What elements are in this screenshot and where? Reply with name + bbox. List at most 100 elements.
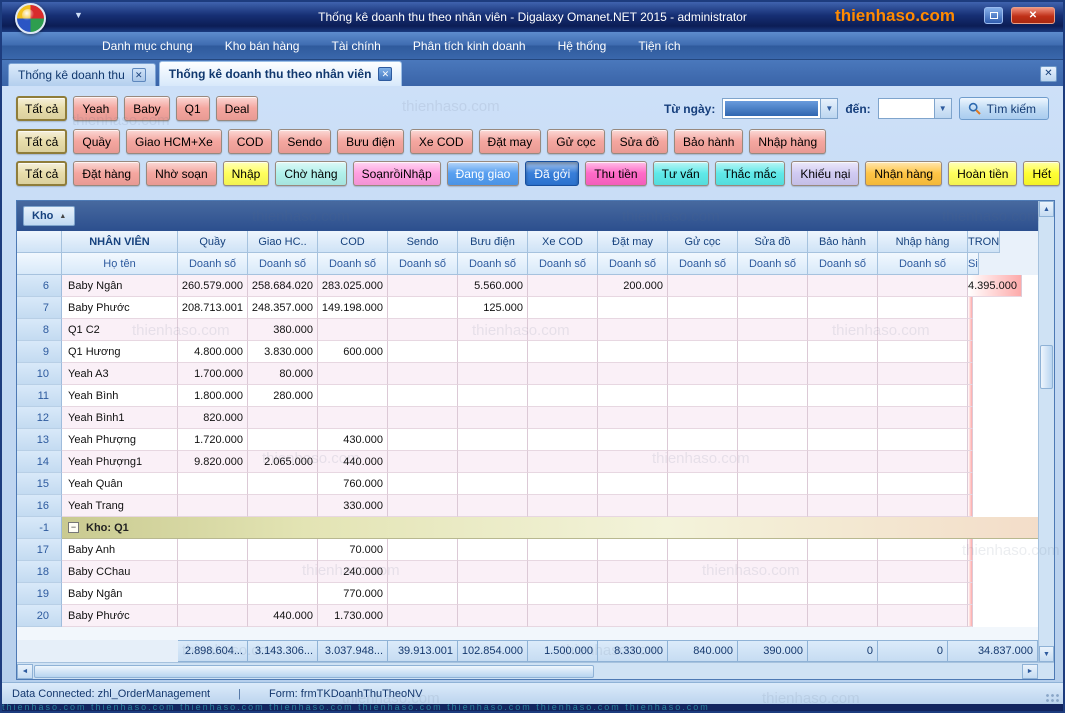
grid-cell[interactable] (528, 363, 598, 385)
grid-cell[interactable]: 260.579.000 (178, 275, 248, 297)
grid-cell[interactable] (178, 539, 248, 561)
grid-cell[interactable] (968, 451, 973, 473)
grid-cell[interactable] (808, 363, 878, 385)
vertical-scrollbar[interactable]: ▲ ▼ (1038, 201, 1054, 662)
grid-cell[interactable] (878, 495, 968, 517)
grid-cell[interactable] (808, 407, 878, 429)
grid-cell[interactable]: 149.198.000 (318, 297, 388, 319)
tab-close-icon[interactable]: ✕ (378, 67, 392, 81)
employee-name-cell[interactable]: Yeah Bình (62, 385, 178, 407)
grid-cell[interactable] (878, 561, 968, 583)
employee-name-cell[interactable]: Baby CChau (62, 561, 178, 583)
filter-button[interactable]: Tất cả (16, 161, 67, 186)
grid-column-subheader[interactable]: Doanh số (318, 253, 388, 275)
grid-cell[interactable] (808, 319, 878, 341)
grid-cell[interactable]: 440.000 (318, 451, 388, 473)
grid-cell[interactable]: 80.000 (248, 363, 318, 385)
grid-column-header[interactable]: COD (318, 231, 388, 253)
grid-cell[interactable]: 283.025.000 (318, 275, 388, 297)
grid-column-subheader[interactable]: Doanh số (738, 253, 808, 275)
grid-column-subheader[interactable]: Doanh số (878, 253, 968, 275)
grid-cell[interactable] (668, 429, 738, 451)
grid-cell[interactable] (668, 407, 738, 429)
filter-button[interactable]: Sendo (278, 129, 331, 154)
row-number-cell[interactable]: 16 (17, 495, 62, 517)
grid-cell[interactable] (668, 385, 738, 407)
grid-cell[interactable] (668, 341, 738, 363)
grid-cell[interactable] (968, 407, 973, 429)
grid-cell[interactable] (528, 319, 598, 341)
grid-cell[interactable] (248, 561, 318, 583)
grid-cell[interactable] (528, 451, 598, 473)
grid-column-header[interactable]: Giao HC.. (248, 231, 318, 253)
grid-row[interactable]: 18Baby CChau240.000 (17, 561, 1038, 583)
grid-cell[interactable]: 1.800.000 (178, 385, 248, 407)
date-to-dropdown-icon[interactable]: ▼ (934, 99, 951, 118)
grid-column-subheader[interactable]: Doanh số (598, 253, 668, 275)
group-by-kho-button[interactable]: Kho ▲ (23, 206, 75, 226)
filter-button[interactable]: Tất cả (16, 96, 67, 121)
grid-cell[interactable]: 820.000 (178, 407, 248, 429)
menu-item[interactable]: Phân tích kinh doanh (399, 35, 540, 57)
filter-button[interactable]: Đặt hàng (73, 161, 140, 186)
scroll-right-button[interactable]: ► (1022, 664, 1038, 679)
grid-cell[interactable] (388, 451, 458, 473)
grid-cell[interactable] (808, 539, 878, 561)
filter-button[interactable]: Tất cả (16, 129, 67, 154)
grid-cell[interactable] (178, 605, 248, 627)
filter-button[interactable]: Thu tiền (585, 161, 646, 186)
grid-column-subheader[interactable]: Si (968, 253, 979, 275)
grid-cell[interactable] (528, 341, 598, 363)
grid-cell[interactable] (388, 539, 458, 561)
grid-cell[interactable] (738, 451, 808, 473)
grid-cell[interactable] (668, 561, 738, 583)
grid-cell[interactable] (248, 429, 318, 451)
menu-item[interactable]: Danh mục chung (88, 35, 207, 57)
row-number-cell[interactable]: 14 (17, 451, 62, 473)
employee-name-cell[interactable]: Baby Phước (62, 297, 178, 319)
grid-row[interactable]: 11Yeah Bình1.800.000280.000 (17, 385, 1038, 407)
employee-name-cell[interactable]: Yeah A3 (62, 363, 178, 385)
grid-cell[interactable] (388, 605, 458, 627)
filter-button[interactable]: COD (228, 129, 273, 154)
grid-cell[interactable] (318, 319, 388, 341)
grid-cell[interactable] (458, 583, 528, 605)
menu-item[interactable]: Tiện ích (624, 35, 694, 57)
grid-row[interactable]: 13Yeah Phượng1.720.000430.000 (17, 429, 1038, 451)
employee-name-cell[interactable]: Baby Ngân (62, 583, 178, 605)
grid-cell[interactable] (178, 319, 248, 341)
grid-cell[interactable] (878, 363, 968, 385)
filter-button[interactable]: Đã gởi (525, 161, 579, 186)
row-number-cell[interactable]: 19 (17, 583, 62, 605)
menu-item[interactable]: Kho bán hàng (211, 35, 314, 57)
grid-cell[interactable] (248, 583, 318, 605)
grid-cell[interactable] (598, 319, 668, 341)
row-number-cell[interactable]: 13 (17, 429, 62, 451)
grid-row[interactable]: 17Baby Anh70.000 (17, 539, 1038, 561)
grid-cell[interactable]: 9.820.000 (178, 451, 248, 473)
grid-cell[interactable] (528, 583, 598, 605)
grid-cell[interactable] (968, 297, 973, 319)
vertical-scroll-thumb[interactable] (1040, 345, 1053, 389)
filter-button[interactable]: Q1 (176, 96, 210, 121)
grid-cell[interactable] (738, 429, 808, 451)
grid-cell[interactable] (388, 385, 458, 407)
grid-cell[interactable]: 4.395.000 (968, 275, 1022, 297)
grid-cell[interactable]: 125.000 (458, 297, 528, 319)
grid-column-subheader[interactable]: Doanh số (178, 253, 248, 275)
grid-cell[interactable] (528, 275, 598, 297)
grid-cell[interactable] (528, 429, 598, 451)
grid-cell[interactable] (598, 341, 668, 363)
grid-column-header[interactable]: TRON (968, 231, 1000, 253)
row-number-cell[interactable]: 17 (17, 539, 62, 561)
grid-cell[interactable]: 280.000 (248, 385, 318, 407)
grid-cell[interactable] (388, 297, 458, 319)
grid-cell[interactable] (878, 385, 968, 407)
grid-cell[interactable] (668, 539, 738, 561)
menu-item[interactable]: Tài chính (317, 35, 394, 57)
grid-cell[interactable] (808, 605, 878, 627)
filter-button[interactable]: Yeah (73, 96, 118, 121)
grid-cell[interactable]: 4.800.000 (178, 341, 248, 363)
restore-button[interactable] (984, 7, 1003, 24)
grid-row[interactable]: 12Yeah Bình1820.000 (17, 407, 1038, 429)
